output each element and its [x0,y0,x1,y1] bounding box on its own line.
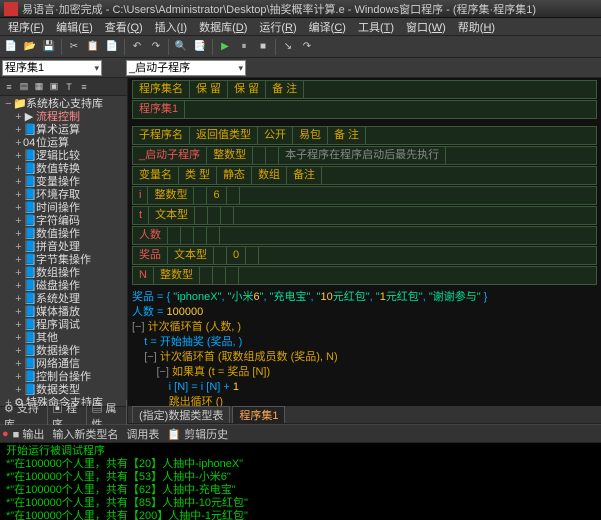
output-line: *"在100000个人里，共有【62】人抽中-充电宝" [6,484,595,497]
output-line: 开始运行被调试程序 [6,445,595,458]
code-line[interactable]: [−] 计次循环首 (取数组成员数 (奖品), N) [132,350,597,365]
library-tree[interactable]: −📁系统核心支持库+▶流程控制+📘算术运算+04位运算+📘逻辑比较+📘数值转换+… [0,96,127,406]
menu-item[interactable]: 数据库(D) [193,19,253,35]
code-line[interactable]: [−] 如果真 (t = 奖品 [N]) [132,365,597,380]
left-toolbar: ≡ ▤ ▦ ▣ T ≡ [0,78,127,96]
output-tab[interactable]: ■ 输出 [13,429,45,441]
output-line: *"在100000个人里，共有【20】人抽中-iphoneX" [6,458,595,471]
menu-item[interactable]: 工具(T) [352,19,400,35]
output-toolbar: ● ■ 输出输入新类型名调用表 📋 剪辑历史 [0,425,601,443]
assembly-combo[interactable]: 程序集1 [2,60,102,76]
output-tab[interactable]: 📋 剪辑历史 [167,429,228,441]
bookmark-icon[interactable]: 📑 [191,38,209,56]
editor-tabs: (指定)数据类型表程序集1 [128,406,601,424]
tree-item[interactable]: +📘数组操作 [2,267,125,280]
tree-item[interactable]: +📘时间操作 [2,202,125,215]
output-tab[interactable]: 输入新类型名 [52,429,118,441]
run-icon[interactable]: ▶ [216,38,234,56]
editor-tab[interactable]: (指定)数据类型表 [132,406,230,423]
tree-item[interactable]: +04位运算 [2,137,125,150]
tree-item[interactable]: +📘控制台操作 [2,371,125,384]
output-panel: ● ■ 输出输入新类型名调用表📋 剪辑历史 开始运行被调试程序*"在100000… [0,424,601,520]
tb2-icon[interactable]: ▤ [17,80,31,94]
code-line[interactable]: [−] 计次循环首 (人数, ) [132,320,597,335]
tree-item[interactable]: +📘变量操作 [2,176,125,189]
tree-item[interactable]: +📘字符编码 [2,215,125,228]
tree-item[interactable]: +📘数值操作 [2,228,125,241]
save-icon[interactable]: 💾 [40,38,58,56]
menu-item[interactable]: 程序(F) [2,19,50,35]
menu-item[interactable]: 帮助(H) [452,19,501,35]
code-line[interactable]: 人数 = 100000 [132,305,597,320]
tree-item[interactable]: +📘磁盘操作 [2,280,125,293]
step-icon[interactable]: ↘ [279,38,297,56]
cut-icon[interactable]: ✂ [65,38,83,56]
tree-item[interactable]: +📘数据操作 [2,345,125,358]
left-tabs: ⚙ 支持库▣ 程序▤ 属性 [0,406,127,424]
menu-item[interactable]: 运行(R) [253,19,302,35]
tree-item[interactable]: +📘拼音处理 [2,241,125,254]
output-line: *"在100000个人里，共有【200】人抽中-1元红包" [6,510,595,520]
new-icon[interactable]: 📄 [2,38,20,56]
code-editor[interactable]: 程序集名保 留保 留备 注程序集1子程序名返回值类型公开易包备 注_启动子程序整… [128,78,601,406]
tree-item[interactable]: +📘网络通信 [2,358,125,371]
sub-combo[interactable]: _启动子程序 [126,60,246,76]
tree-item[interactable]: +📘算术运算 [2,124,125,137]
editor-tab[interactable]: 程序集1 [232,406,285,423]
code-line[interactable]: t = 开始抽奖 (奖品, ) [132,335,597,350]
tree-item[interactable]: +📘逻辑比较 [2,150,125,163]
menu-item[interactable]: 插入(I) [149,19,193,35]
undo-icon[interactable]: ↶ [128,38,146,56]
combo-toolbar: 程序集1 _启动子程序 [0,58,601,78]
open-icon[interactable]: 📂 [21,38,39,56]
tb5-icon[interactable]: T [62,80,76,94]
copy-icon[interactable]: 📋 [84,38,102,56]
tree-item[interactable]: −📁系统核心支持库 [2,98,125,111]
tree-item[interactable]: +▶流程控制 [2,111,125,124]
menu-item[interactable]: 编译(C) [303,19,352,35]
app-icon [4,2,18,16]
tree-item[interactable]: +📘程序调试 [2,319,125,332]
editor-panel: 程序集名保 留保 留备 注程序集1子程序名返回值类型公开易包备 注_启动子程序整… [128,78,601,424]
main-toolbar: 📄 📂 💾 ✂ 📋 📄 ↶ ↷ 🔍 📑 ▶ ⏸ ■ ↘ ↷ [0,36,601,58]
tb1-icon[interactable]: ≡ [2,80,16,94]
output-tab[interactable]: 调用表 [126,429,159,441]
output-line: *"在100000个人里，共有【85】人抽中-10元红包" [6,497,595,510]
menu-item[interactable]: 窗口(W) [400,19,452,35]
stepover-icon[interactable]: ↷ [298,38,316,56]
code-line[interactable]: 奖品 = { "iphoneX", "小米6", "充电宝", "10元红包",… [132,290,597,305]
tree-item[interactable]: +📘数值转换 [2,163,125,176]
tree-item[interactable]: +📘数据类型 [2,384,125,397]
tree-item[interactable]: +📘系统处理 [2,293,125,306]
pause-icon[interactable]: ⏸ [235,38,253,56]
tree-item[interactable]: +📘环境存取 [2,189,125,202]
code-line[interactable]: i [N] = i [N] + 1 [132,380,597,395]
menu-item[interactable]: 查看(Q) [99,19,149,35]
code-line[interactable]: 跳出循环 () [132,395,597,406]
titlebar: 易语言·加密完成 - C:\Users\Administrator\Deskto… [0,0,601,18]
output-line: *"在100000个人里，共有【53】人抽中-小米6" [6,471,595,484]
window-title: 易语言·加密完成 - C:\Users\Administrator\Deskto… [22,1,536,17]
tree-item[interactable]: +📘其他 [2,332,125,345]
paste-icon[interactable]: 📄 [103,38,121,56]
tree-item[interactable]: +📘字节集操作 [2,254,125,267]
menu-item[interactable]: 编辑(E) [50,19,99,35]
dot-icon: ● [2,428,9,440]
tb3-icon[interactable]: ▦ [32,80,46,94]
tree-item[interactable]: +📘媒体播放 [2,306,125,319]
find-icon[interactable]: 🔍 [172,38,190,56]
menubar: 程序(F)编辑(E)查看(Q)插入(I)数据库(D)运行(R)编译(C)工具(T… [0,18,601,36]
left-panel: ≡ ▤ ▦ ▣ T ≡ −📁系统核心支持库+▶流程控制+📘算术运算+04位运算+… [0,78,128,424]
output-body[interactable]: 开始运行被调试程序*"在100000个人里，共有【20】人抽中-iphoneX"… [0,443,601,520]
stop-icon[interactable]: ■ [254,38,272,56]
redo-icon[interactable]: ↷ [147,38,165,56]
tb4-icon[interactable]: ▣ [47,80,61,94]
tb6-icon[interactable]: ≡ [77,80,91,94]
